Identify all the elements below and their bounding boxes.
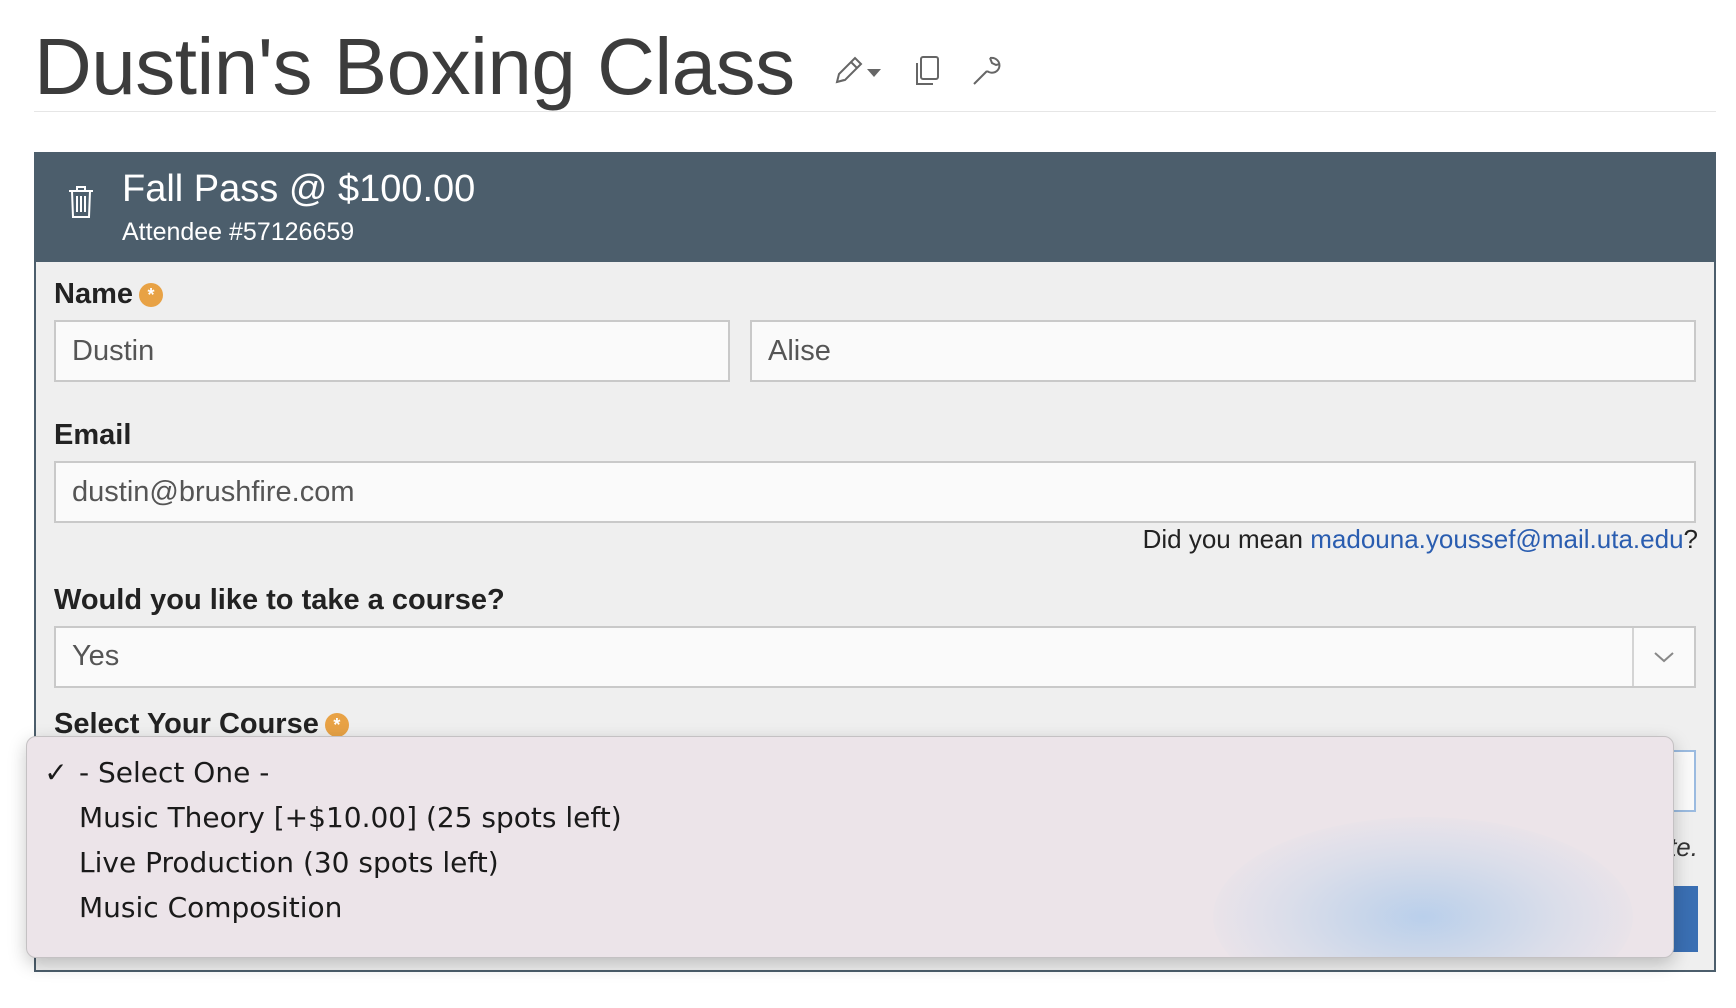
course-dropdown-menu: ✓ - Select One - Music Theory [+$10.00] … bbox=[26, 736, 1674, 958]
dropdown-option-label: Music Composition bbox=[79, 890, 343, 924]
header-tools bbox=[829, 51, 1007, 91]
email-input[interactable] bbox=[54, 461, 1696, 523]
chevron-down-icon[interactable] bbox=[1632, 628, 1694, 686]
panel-header: Fall Pass @ $100.00 Attendee #57126659 bbox=[36, 154, 1714, 262]
dropdown-option-label: Live Production (30 spots left) bbox=[79, 845, 499, 879]
dropdown-option-music-theory[interactable]: Music Theory [+$10.00] (25 spots left) bbox=[27, 792, 1673, 842]
course-question-label: Would you like to take a course? bbox=[54, 584, 505, 617]
page-title: Dustin's Boxing Class bbox=[34, 21, 795, 111]
attendee-number: Attendee #57126659 bbox=[122, 218, 355, 246]
copy-icon[interactable] bbox=[907, 51, 947, 91]
dropdown-option-select-one[interactable]: ✓ - Select One - bbox=[27, 747, 1673, 797]
dropdown-option-music-composition[interactable]: Music Composition bbox=[27, 882, 1673, 932]
email-suggestion: Did you mean madouna.youssef@mail.uta.ed… bbox=[1143, 524, 1698, 555]
pass-title: Fall Pass @ $100.00 bbox=[122, 168, 476, 210]
email-label: Email bbox=[54, 419, 131, 452]
name-label-text: Name bbox=[54, 278, 133, 310]
last-name-input[interactable] bbox=[750, 320, 1696, 382]
page-header: Dustin's Boxing Class bbox=[34, 22, 1716, 112]
email-suggestion-suffix: ? bbox=[1683, 524, 1698, 554]
pencil-icon[interactable] bbox=[829, 51, 887, 91]
wrench-icon[interactable] bbox=[967, 51, 1007, 91]
dropdown-option-live-production[interactable]: Live Production (30 spots left) bbox=[27, 837, 1673, 887]
email-label-text: Email bbox=[54, 419, 132, 451]
dropdown-option-label: Music Theory [+$10.00] (25 spots left) bbox=[79, 800, 622, 834]
course-question-value: Yes bbox=[72, 640, 120, 672]
email-suggestion-prefix: Did you mean bbox=[1142, 524, 1311, 554]
required-icon: * bbox=[324, 712, 349, 737]
dropdown-option-label: - Select One - bbox=[79, 755, 270, 789]
first-name-input[interactable] bbox=[54, 320, 730, 382]
checkmark-icon: ✓ bbox=[44, 755, 68, 789]
email-suggestion-link[interactable]: madouna.youssef@mail.uta.edu bbox=[1310, 524, 1683, 554]
name-label: Name * bbox=[54, 278, 163, 311]
trash-icon[interactable] bbox=[66, 184, 96, 220]
required-icon: * bbox=[139, 282, 163, 307]
course-question-select[interactable]: Yes bbox=[54, 626, 1696, 688]
course-question-label-text: Would you like to take a course? bbox=[54, 584, 505, 616]
